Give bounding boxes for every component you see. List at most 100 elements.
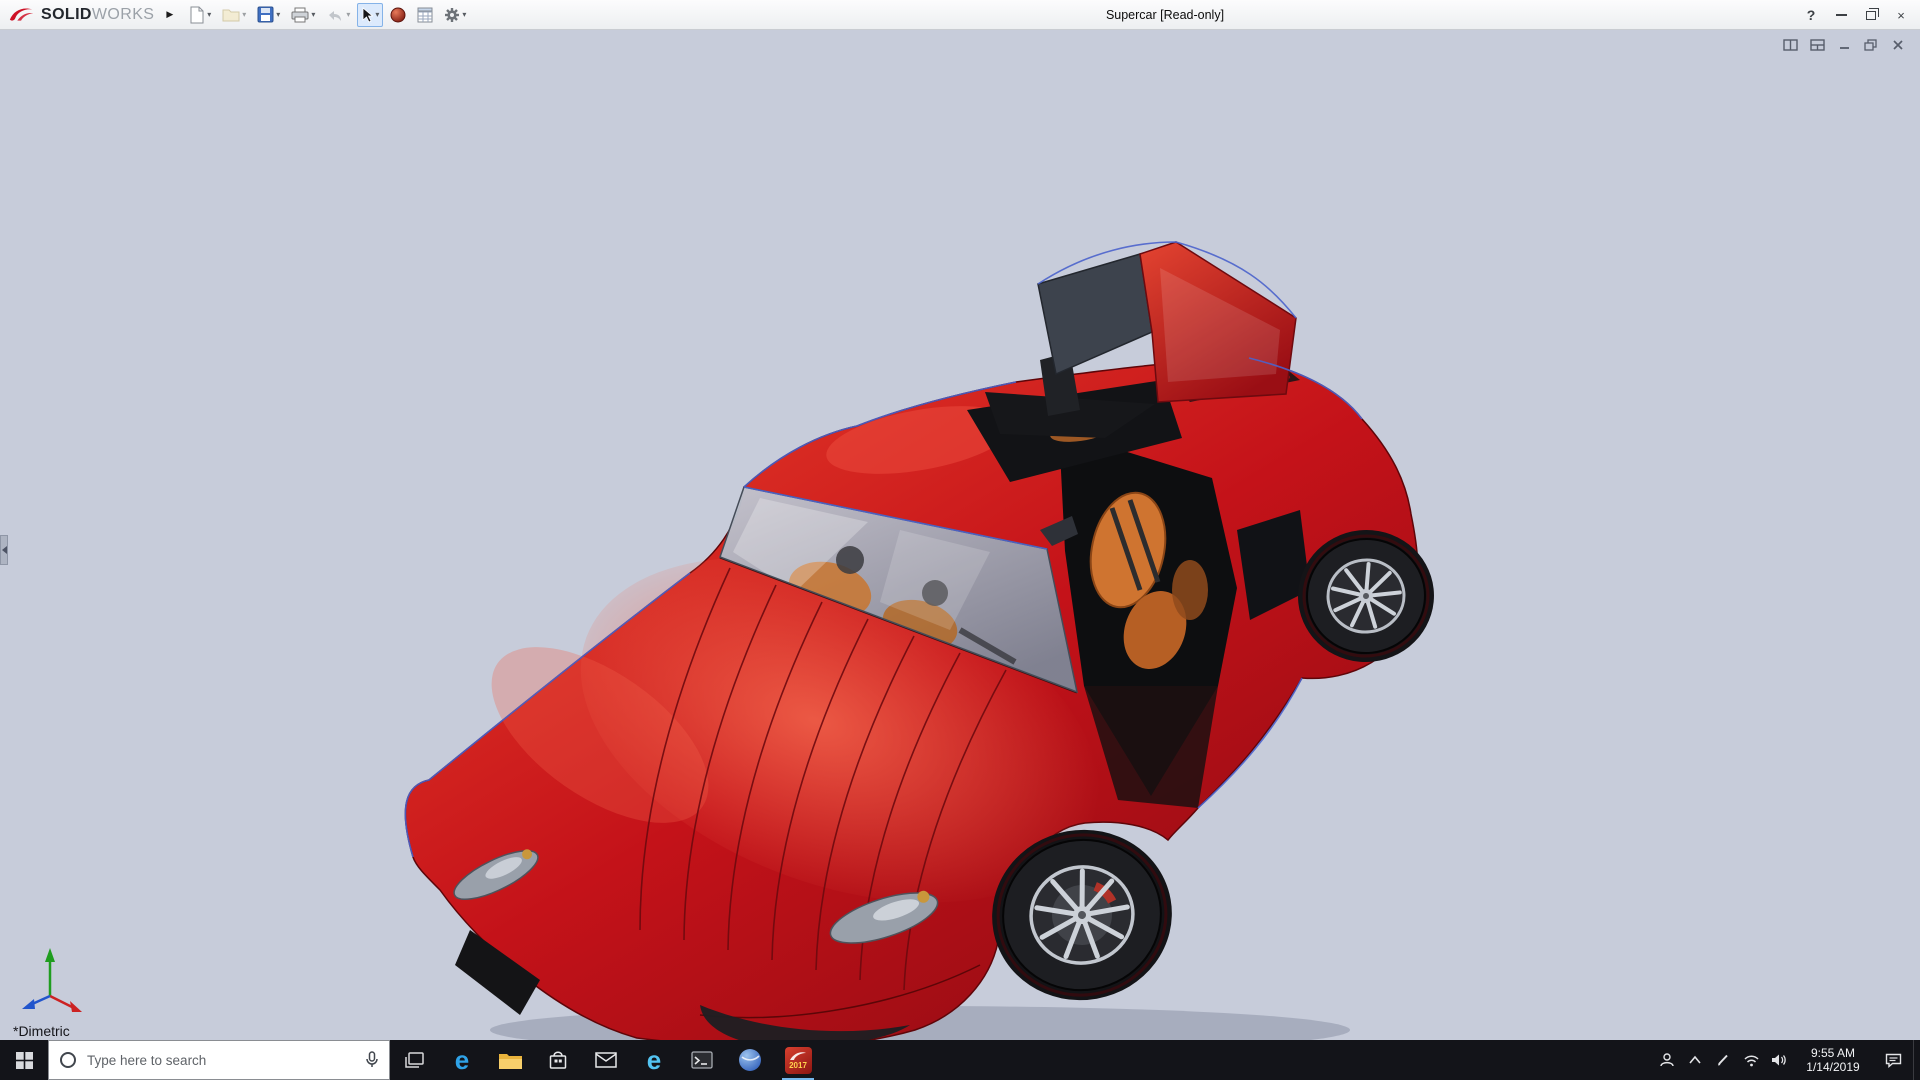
- open-folder-icon: [222, 7, 240, 23]
- close-button[interactable]: ×: [1886, 0, 1916, 30]
- solidworks-swoosh-small-icon: [789, 1051, 807, 1062]
- taskbar-app-edge[interactable]: e: [438, 1040, 486, 1080]
- windows-logo-icon: [16, 1052, 33, 1069]
- logo-text-works: WORKS: [92, 6, 154, 23]
- edge-icon: e: [455, 1045, 469, 1076]
- caret-down-icon[interactable]: ▾: [311, 10, 315, 19]
- window-title: Supercar [Read-only]: [1106, 8, 1224, 22]
- split-pane-icon: [1783, 39, 1798, 51]
- network-wifi-icon: [1743, 1054, 1760, 1067]
- caret-down-icon[interactable]: ▾: [242, 10, 246, 19]
- caret-down-icon[interactable]: ▾: [276, 10, 280, 19]
- open-button[interactable]: ▾: [218, 3, 250, 27]
- caret-down-icon[interactable]: ▾: [375, 10, 379, 19]
- taskbar-app-command-prompt[interactable]: [678, 1040, 726, 1080]
- dassault-swoosh-icon: [8, 5, 36, 25]
- select-cursor-icon: [361, 7, 373, 23]
- store-bag-icon: [548, 1050, 568, 1070]
- taskbar-app-solidworks[interactable]: 2017: [774, 1040, 822, 1080]
- solidworks-logo: SOLIDWORKS: [0, 5, 162, 25]
- doc-restore-icon: [1864, 39, 1878, 51]
- action-center-button[interactable]: [1873, 1040, 1913, 1080]
- new-document-button[interactable]: ▾: [185, 3, 215, 27]
- sheet-grid-icon: [417, 7, 433, 23]
- save-floppy-icon: [257, 6, 274, 23]
- taskbar-app-file-explorer[interactable]: [486, 1040, 534, 1080]
- doc-restore-button[interactable]: [1863, 38, 1879, 52]
- task-view-icon: [405, 1052, 424, 1069]
- doc-minimize-icon: [1838, 39, 1851, 51]
- start-button[interactable]: [0, 1040, 48, 1080]
- caret-down-icon[interactable]: ▾: [346, 10, 350, 19]
- taskbar-app-internet-explorer[interactable]: e: [630, 1040, 678, 1080]
- title-bar: SOLIDWORKS ▶ ▾ ▾: [0, 0, 1920, 30]
- taskbar-search[interactable]: [48, 1040, 390, 1080]
- search-input[interactable]: [87, 1053, 355, 1068]
- command-prompt-icon: [691, 1051, 713, 1069]
- save-button[interactable]: ▾: [253, 3, 284, 27]
- solidworks-app-icon: 2017: [785, 1047, 812, 1074]
- view-orientation-label: *Dimetric: [13, 1023, 70, 1039]
- people-button[interactable]: [1653, 1040, 1681, 1080]
- solidworks-window: SOLIDWORKS ▶ ▾ ▾: [0, 0, 1920, 1080]
- view-selector-icon: [1810, 39, 1825, 51]
- pen-icon: [1716, 1053, 1730, 1067]
- tray-overflow-button[interactable]: [1681, 1040, 1709, 1080]
- split-pane-button[interactable]: [1782, 38, 1798, 52]
- microphone-icon[interactable]: [365, 1051, 379, 1069]
- taskbar-clock[interactable]: 9:55 AM 1/14/2019: [1793, 1040, 1873, 1080]
- network-button[interactable]: [1737, 1040, 1765, 1080]
- reference-triad: [16, 942, 88, 1016]
- doc-close-icon: [1892, 39, 1904, 51]
- undo-button[interactable]: ▾: [322, 3, 354, 27]
- people-icon: [1659, 1052, 1675, 1068]
- supercar-model[interactable]: [0, 30, 1920, 1040]
- caret-down-icon[interactable]: ▾: [207, 10, 211, 19]
- print-icon: [291, 7, 309, 23]
- mail-envelope-icon: [595, 1052, 617, 1068]
- appearance-sphere-icon: [390, 7, 406, 23]
- help-button[interactable]: ?: [1796, 0, 1826, 30]
- windows-taskbar: e e: [0, 1040, 1920, 1080]
- doc-minimize-button[interactable]: [1836, 38, 1852, 52]
- taskbar-app-store[interactable]: [534, 1040, 582, 1080]
- show-desktop-button[interactable]: [1913, 1040, 1920, 1080]
- quick-access-toolbar: ▾ ▾ ▾: [185, 3, 470, 27]
- door-glass: [1038, 254, 1152, 374]
- clock-date: 1/14/2019: [1806, 1060, 1859, 1074]
- edit-appearance-button[interactable]: [386, 3, 410, 27]
- sheet-format-button[interactable]: [413, 3, 437, 27]
- logo-text-solid: SOLID: [41, 6, 92, 23]
- logo-text: SOLIDWORKS: [41, 6, 154, 24]
- car-body[interactable]: [405, 358, 1417, 1040]
- minimize-button[interactable]: [1826, 0, 1856, 30]
- volume-icon: [1771, 1053, 1787, 1067]
- pen-settings-button[interactable]: [1709, 1040, 1737, 1080]
- file-explorer-icon: [498, 1051, 523, 1070]
- caret-down-icon[interactable]: ▾: [462, 10, 466, 19]
- minimize-icon: [1836, 14, 1847, 16]
- menu-flyout-arrow-icon[interactable]: ▶: [162, 9, 185, 20]
- print-button[interactable]: ▾: [287, 3, 319, 27]
- select-button[interactable]: ▾: [357, 3, 383, 27]
- new-document-icon: [189, 6, 205, 24]
- clock-time: 9:55 AM: [1811, 1046, 1855, 1060]
- graphics-area[interactable]: *Dimetric: [0, 30, 1920, 1040]
- document-window-controls: [1782, 38, 1906, 52]
- globe-app-icon: [738, 1048, 762, 1072]
- taskbar-app-globe[interactable]: [726, 1040, 774, 1080]
- action-center-icon: [1885, 1053, 1902, 1068]
- volume-button[interactable]: [1765, 1040, 1793, 1080]
- view-selector-button[interactable]: [1809, 38, 1825, 52]
- undo-arrow-icon: [326, 8, 344, 22]
- options-gear-icon: [444, 7, 460, 23]
- solidworks-version-badge: 2017: [789, 1062, 807, 1070]
- window-controls: ? ×: [1796, 0, 1916, 30]
- task-view-button[interactable]: [390, 1040, 438, 1080]
- doc-close-button[interactable]: [1890, 38, 1906, 52]
- maximize-button[interactable]: [1856, 0, 1886, 30]
- system-tray: 9:55 AM 1/14/2019: [1653, 1040, 1920, 1080]
- internet-explorer-icon: e: [647, 1045, 661, 1076]
- options-button[interactable]: ▾: [440, 3, 470, 27]
- taskbar-app-mail[interactable]: [582, 1040, 630, 1080]
